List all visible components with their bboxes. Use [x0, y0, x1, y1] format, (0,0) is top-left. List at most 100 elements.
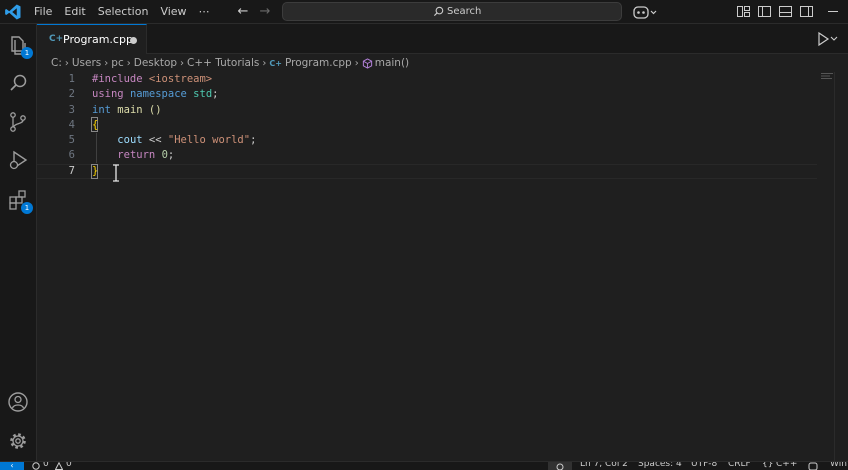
zoom-icon[interactable]: [548, 462, 572, 470]
breadcrumb-file[interactable]: Program.cpp: [285, 57, 352, 69]
run-debug-icon: [9, 150, 28, 170]
chevron-right-icon: ›: [126, 57, 131, 69]
line-number: 3: [68, 103, 75, 116]
platform[interactable]: Win: [830, 462, 847, 469]
run-icon[interactable]: [816, 31, 840, 47]
source-control-icon: [10, 112, 26, 132]
status-bar: ‹ 0 0 Ln 7, Col 2 Spaces: 4 UTF-8 CRLF {…: [0, 461, 848, 470]
toggle-panel-icon[interactable]: [778, 4, 793, 19]
end-of-line[interactable]: CRLF: [728, 462, 751, 469]
vertical-scrollbar[interactable]: [834, 72, 848, 461]
breadcrumb-symbol[interactable]: main(): [375, 57, 409, 69]
token-string: "Hello world": [167, 134, 251, 147]
line-number: 2: [68, 88, 75, 101]
minimap-icon[interactable]: [820, 72, 834, 80]
token-brace: }: [92, 164, 99, 177]
code-line: return 0;: [92, 148, 256, 163]
menu-more[interactable]: ⋯: [193, 0, 216, 24]
extensions-badge: 1: [21, 202, 33, 214]
breadcrumb: C: › Users › pc › Desktop › C++ Tutorial…: [37, 54, 848, 72]
source-control-button[interactable]: [6, 110, 30, 134]
token-keyword: using: [92, 88, 124, 101]
menu-file[interactable]: File: [28, 0, 58, 24]
line-number-gutter: 1 2 3 4 5 6 7: [37, 72, 75, 179]
code-line: cout << "Hello world";: [92, 133, 256, 148]
gear-icon: [10, 433, 26, 449]
breadcrumb-item[interactable]: pc: [111, 57, 123, 69]
line-number: 5: [68, 134, 75, 147]
token-punct: (): [142, 103, 162, 116]
language-braces-icon: {}: [762, 461, 774, 469]
token-keyword: namespace: [129, 88, 187, 101]
line-number: 1: [68, 73, 75, 85]
method-symbol-icon: [362, 57, 372, 69]
menu-edit[interactable]: Edit: [58, 0, 91, 24]
menu-view[interactable]: View: [154, 0, 192, 24]
chevron-right-icon: ›: [354, 57, 359, 69]
copilot-icon[interactable]: [632, 3, 658, 21]
minimize-icon[interactable]: [818, 0, 848, 24]
cpp-file-icon: C+: [49, 34, 64, 44]
code-line: {: [92, 118, 256, 133]
warning-icon: [55, 462, 63, 470]
chevron-right-icon: ›: [180, 57, 185, 69]
remote-indicator-icon[interactable]: ‹: [0, 462, 24, 470]
unsaved-dot-icon[interactable]: [130, 37, 137, 44]
toggle-primary-sidebar-icon[interactable]: [757, 4, 772, 19]
token-function: main: [117, 103, 143, 116]
cpp-file-icon: C+: [269, 58, 282, 68]
breadcrumb-item[interactable]: C++ Tutorials: [187, 57, 259, 69]
layout-controls-icon[interactable]: [736, 4, 751, 19]
copilot-status-icon[interactable]: [808, 462, 818, 470]
menu-bar: File Edit Selection View ⋯: [28, 0, 216, 24]
accounts-button[interactable]: [6, 390, 30, 414]
token-include-path: <iostream>: [148, 73, 213, 85]
code-editor[interactable]: 1 2 3 4 5 6 7 #include <iostream> using …: [37, 72, 848, 461]
toggle-secondary-sidebar-icon[interactable]: [799, 4, 814, 19]
indentation[interactable]: Spaces: 4: [638, 462, 682, 469]
chevron-right-icon: ›: [262, 57, 267, 69]
token-punct: ;: [212, 88, 219, 101]
explorer-button[interactable]: 1: [6, 33, 33, 59]
editor-tab-bar: C+ Program.cpp: [37, 24, 848, 54]
token-operator: <<: [142, 134, 168, 147]
title-bar: File Edit Selection View ⋯ ← →: [0, 0, 848, 24]
menu-selection[interactable]: Selection: [92, 0, 155, 24]
encoding[interactable]: UTF-8: [691, 462, 717, 469]
run-debug-button[interactable]: [6, 148, 30, 172]
back-arrow-icon[interactable]: ←: [234, 3, 252, 21]
breadcrumb-drive[interactable]: C:: [51, 57, 62, 69]
search-view-button[interactable]: [6, 71, 30, 95]
search-icon: [433, 6, 444, 17]
token-punct: ;: [250, 134, 257, 147]
token-punct: ;: [167, 149, 175, 162]
code-line: int main (): [92, 103, 256, 118]
warning-count[interactable]: 0: [66, 462, 72, 469]
manage-button[interactable]: [6, 429, 30, 453]
line-number: 4: [68, 118, 75, 131]
search-input[interactable]: [447, 4, 567, 19]
code-line: using namespace std;: [92, 87, 256, 102]
token-preprocessor: #include: [92, 73, 149, 85]
forward-arrow-icon[interactable]: →: [256, 3, 274, 21]
vscode-logo-icon: [5, 4, 21, 20]
token-brace: {: [92, 118, 99, 131]
explorer-badge: 1: [21, 47, 33, 59]
command-center-search[interactable]: [282, 2, 622, 21]
breadcrumb-item[interactable]: Desktop: [134, 57, 177, 69]
line-number: 7: [68, 164, 75, 177]
tab-program-cpp[interactable]: C+ Program.cpp: [37, 24, 147, 54]
tab-label: Program.cpp: [63, 33, 133, 46]
activity-bar: 1 1: [0, 24, 37, 461]
extensions-button[interactable]: 1: [6, 188, 33, 214]
code-line: #include <iostream>: [92, 72, 256, 87]
breadcrumb-item[interactable]: Users: [72, 57, 101, 69]
token-keyword: return: [117, 149, 156, 162]
line-number: 6: [68, 149, 75, 162]
text-cursor-icon: [113, 164, 119, 182]
token-namespace: std: [193, 88, 213, 101]
search-icon: [10, 74, 27, 91]
cursor-position[interactable]: Ln 7, Col 2: [580, 462, 628, 469]
error-count[interactable]: 0: [43, 462, 49, 469]
language-mode[interactable]: C++: [776, 462, 797, 469]
